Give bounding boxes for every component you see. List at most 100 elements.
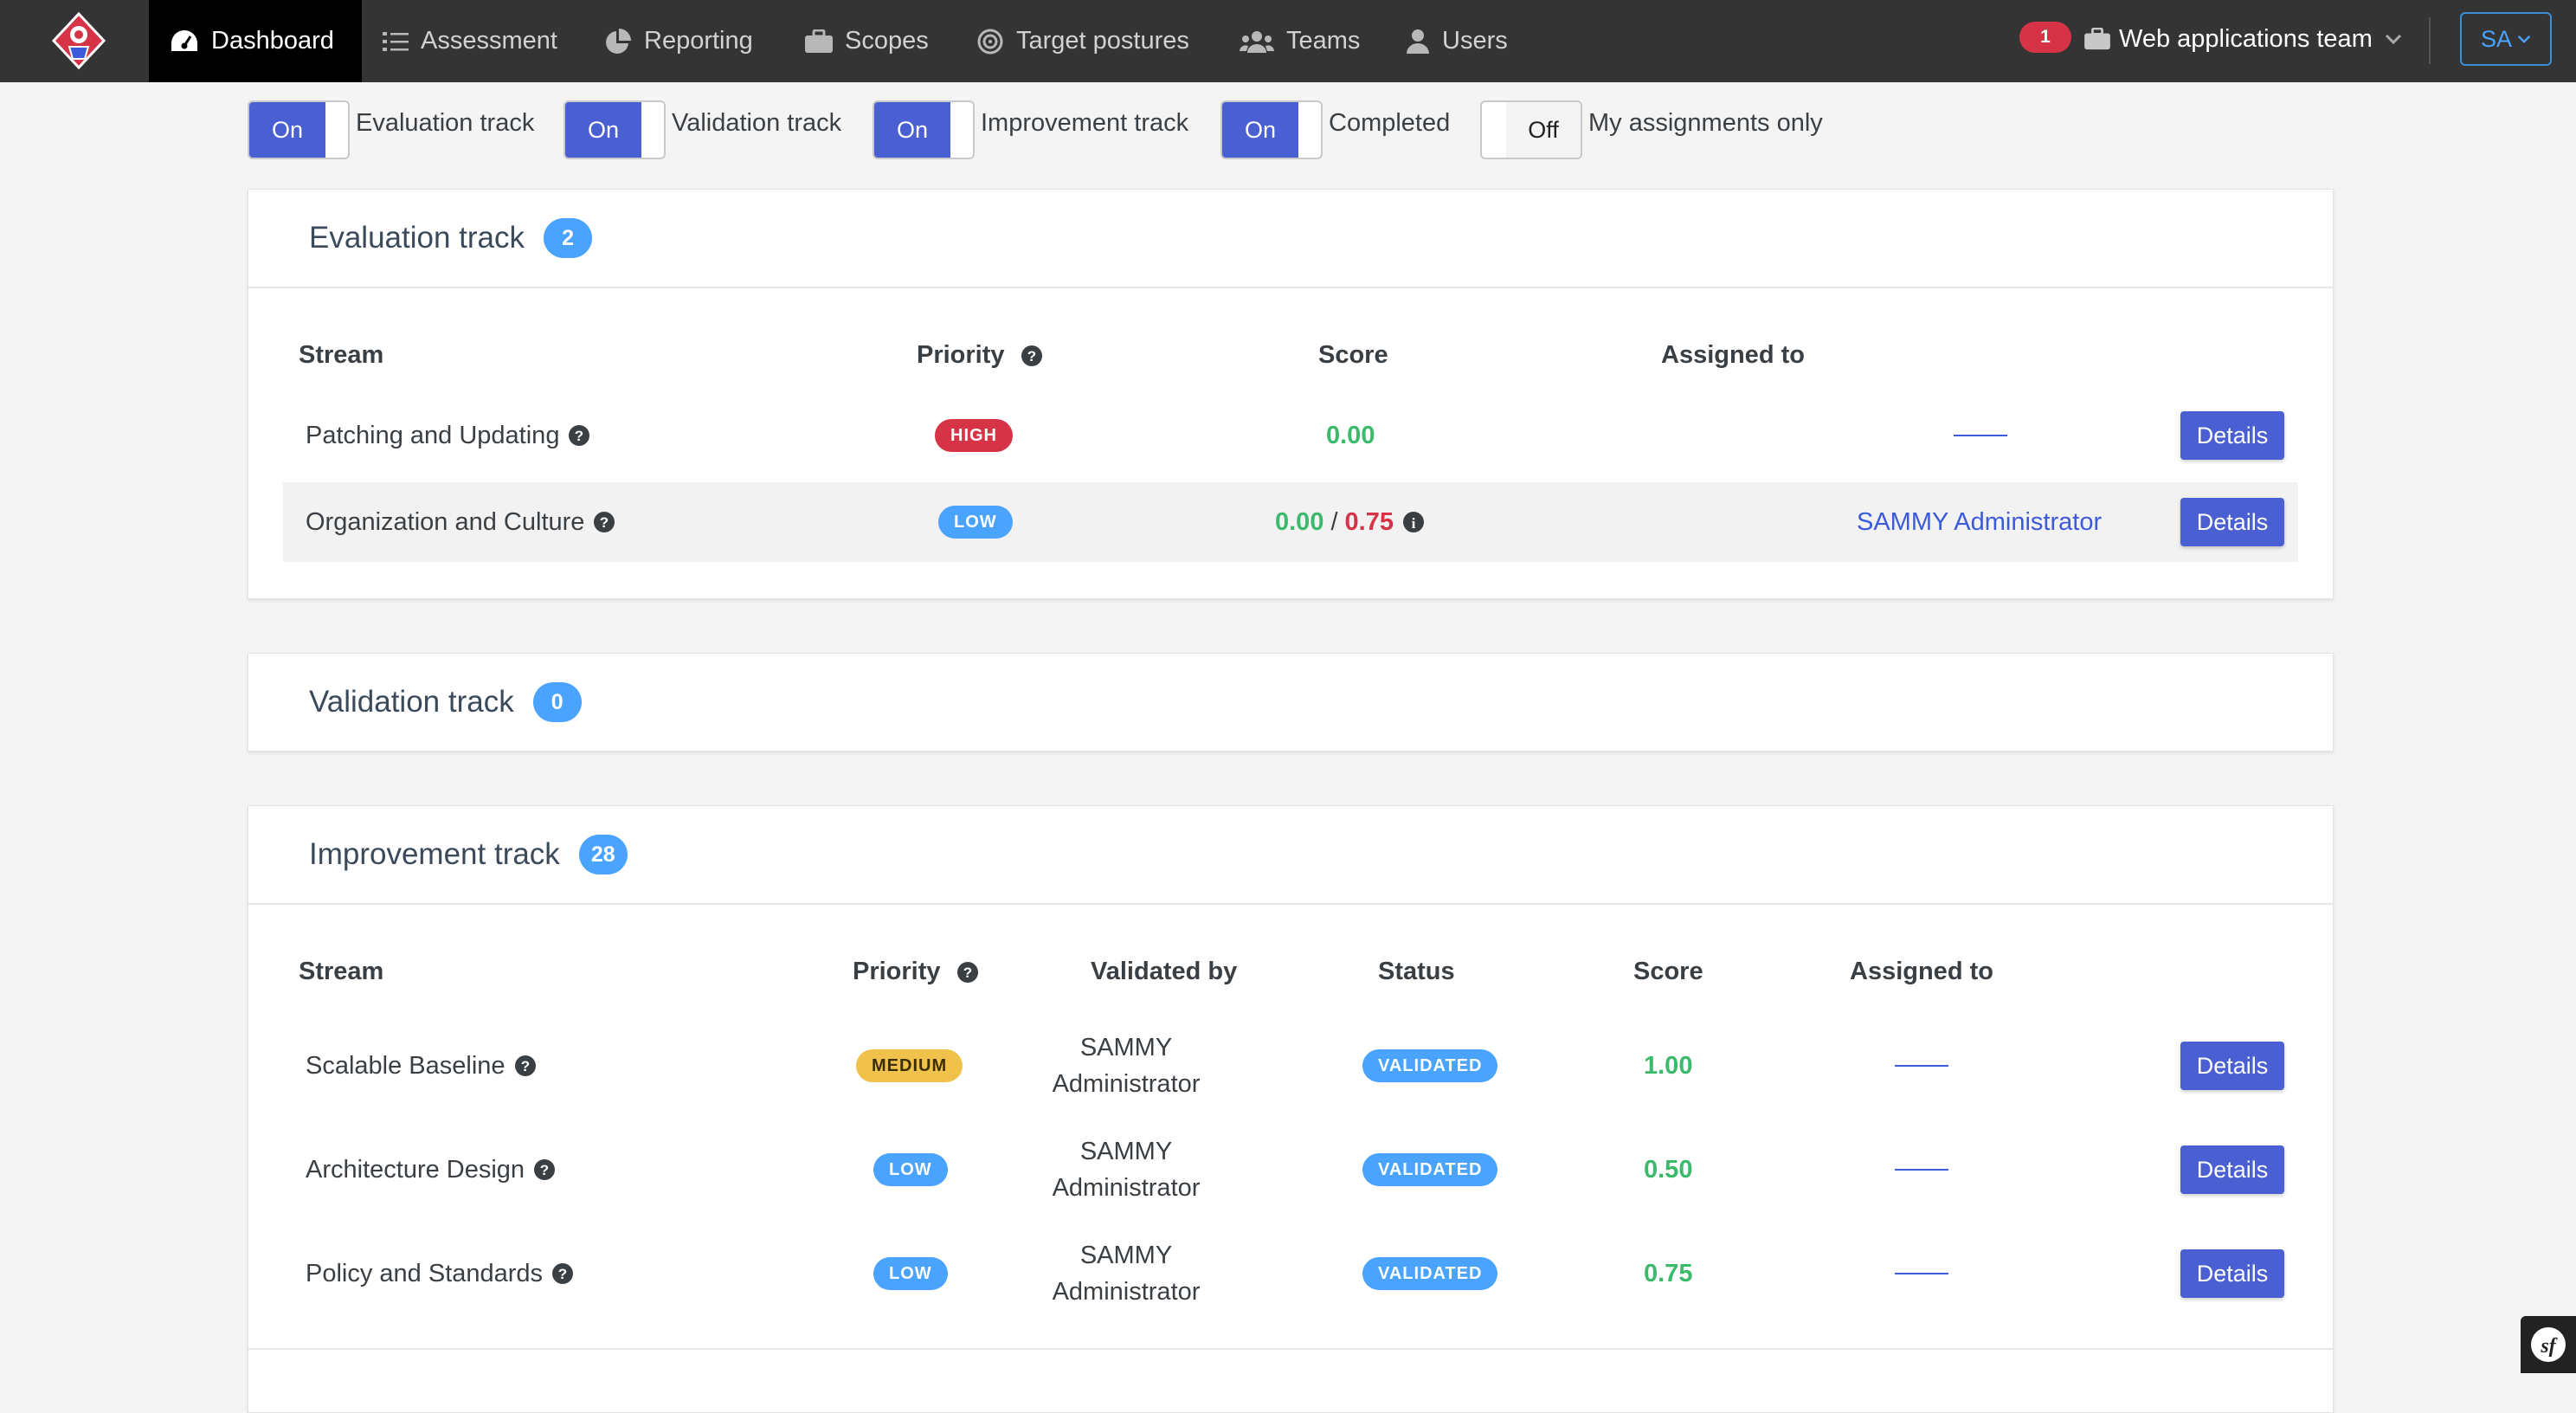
user-icon (1407, 29, 1429, 54)
stream-cell: Architecture Design ? (306, 1118, 556, 1222)
help-icon[interactable]: ? (1021, 345, 1043, 367)
score-target: 0.75 (1344, 507, 1394, 536)
nav-dashboard[interactable]: Dashboard (149, 0, 362, 82)
priority-badge: LOW (938, 506, 1013, 539)
svg-text:?: ? (963, 965, 971, 981)
score-cell: 0.75 (1644, 1222, 1692, 1326)
svg-text:?: ? (575, 428, 583, 444)
nav-dashboard-label: Dashboard (211, 27, 334, 55)
priority-cell: LOW (873, 1222, 948, 1326)
help-icon[interactable]: ? (533, 1158, 556, 1181)
owasp-samm-logo-icon[interactable] (48, 10, 109, 71)
priority-badge: LOW (873, 1153, 948, 1186)
help-icon[interactable]: ? (568, 424, 590, 447)
svg-text:sf: sf (2540, 1335, 2557, 1358)
user-initials: SA (2480, 25, 2513, 52)
status-cell: VALIDATED (1362, 1014, 1498, 1118)
nav-scopes-label: Scopes (845, 27, 929, 55)
details-button[interactable]: Details (2180, 1145, 2284, 1194)
stream-name: Architecture Design (306, 1155, 525, 1184)
info-icon[interactable]: i (1402, 511, 1425, 533)
pie-chart-icon (606, 28, 631, 54)
details-button[interactable]: Details (2180, 1042, 2284, 1090)
help-icon[interactable]: ? (956, 961, 979, 984)
validated-by-cell: SAMMY Administrator (1048, 1222, 1204, 1326)
validation-track-card: Validation track 0 (248, 653, 2334, 752)
toggle-evaluation-track[interactable]: On (248, 100, 350, 159)
toggle-state: Off (1506, 102, 1581, 158)
help-icon[interactable]: ? (593, 511, 615, 533)
notification-badge[interactable]: 1 (2019, 22, 2071, 53)
nav-target-postures[interactable]: Target postures (976, 0, 1189, 82)
improvement-track-title: Improvement track (309, 837, 560, 871)
stream-cell: Patching and Updating ? (306, 396, 590, 475)
stream-cell: Scalable Baseline ? (306, 1014, 537, 1118)
svg-text:i: i (1412, 515, 1416, 532)
score-value: 0.75 (1644, 1259, 1693, 1287)
score-value: 0.00 (1326, 421, 1375, 449)
score-cell: 0.00 (1326, 396, 1375, 475)
toggle-label-improvement: Improvement track (981, 109, 1189, 137)
column-header-score: Score (1633, 958, 1703, 985)
toggle-state: On (874, 102, 950, 158)
priority-badge: HIGH (935, 419, 1013, 452)
target-icon (977, 29, 1003, 54)
validated-by-line-1: SAMMY (1079, 1034, 1173, 1061)
score-value: 0.50 (1644, 1155, 1693, 1184)
toggle-state: On (1222, 102, 1298, 158)
evaluation-track-card: Evaluation track 2 Stream Priority ? Sco… (248, 189, 2334, 599)
nav-reporting[interactable]: Reporting (604, 0, 753, 82)
chevron-down-icon (2385, 34, 2401, 45)
top-navbar: Dashboard Assessment Reporting Scopes Ta… (0, 0, 2576, 82)
symfony-toolbar-icon[interactable]: sf (2521, 1316, 2576, 1373)
status-cell: VALIDATED (1362, 1222, 1498, 1326)
unassigned-dash (1895, 1169, 1948, 1171)
user-menu-button[interactable]: SA (2460, 12, 2552, 66)
nav-assessment[interactable]: Assessment (383, 0, 557, 82)
team-selector-label: Web applications team (2119, 24, 2373, 53)
nav-teams[interactable]: Teams (1240, 0, 1360, 82)
details-button[interactable]: Details (2180, 411, 2284, 460)
column-header-stream: Stream (299, 958, 384, 985)
briefcase-icon (805, 29, 833, 53)
users-icon (1240, 30, 1274, 53)
priority-cell: LOW (873, 1118, 948, 1222)
status-badge: VALIDATED (1362, 1257, 1498, 1290)
navbar-divider (2429, 17, 2431, 64)
toggle-my-assignments[interactable]: Off (1480, 100, 1582, 159)
table-row: Architecture Design ? LOW SAMMY Administ… (283, 1118, 2298, 1222)
assigned-cell (1895, 1014, 1948, 1118)
assigned-user-link[interactable]: SAMMY Administrator (1857, 508, 2102, 537)
table-row: Policy and Standards ? LOW SAMMY Adminis… (283, 1222, 2298, 1326)
team-selector[interactable]: Web applications team (2084, 0, 2402, 78)
details-button[interactable]: Details (2180, 498, 2284, 546)
toggle-state: On (249, 102, 325, 158)
nav-users[interactable]: Users (1406, 0, 1508, 82)
column-header-stream: Stream (299, 341, 384, 369)
card-title: Improvement track 28 (309, 806, 628, 903)
svg-text:?: ? (600, 514, 609, 531)
score-cell: 1.00 (1644, 1014, 1692, 1118)
toggle-completed[interactable]: On (1220, 100, 1323, 159)
card-header: Improvement track 28 (248, 806, 2333, 905)
nav-teams-label: Teams (1286, 27, 1361, 55)
validated-by-cell: SAMMY Administrator (1048, 1118, 1204, 1222)
count-badge: 0 (532, 682, 582, 722)
toggle-label-evaluation: Evaluation track (356, 109, 535, 137)
card-title: Evaluation track 2 (309, 190, 593, 287)
svg-text:?: ? (520, 1058, 529, 1074)
help-icon[interactable]: ? (514, 1055, 537, 1077)
details-button[interactable]: Details (2180, 1249, 2284, 1298)
column-header-validated-by: Validated by (1091, 958, 1238, 985)
toggle-improvement-track[interactable]: On (873, 100, 975, 159)
stream-name: Policy and Standards (306, 1259, 544, 1287)
assigned-cell: SAMMY Administrator (1857, 482, 2102, 562)
nav-scopes[interactable]: Scopes (805, 0, 929, 82)
help-icon[interactable]: ? (551, 1262, 574, 1285)
toggle-validation-track[interactable]: On (564, 100, 666, 159)
nav-assessment-label: Assessment (421, 27, 557, 55)
column-header-priority: Priority ? (853, 958, 979, 986)
nav-reporting-label: Reporting (644, 27, 753, 55)
nav-target-postures-label: Target postures (1016, 27, 1189, 55)
validated-by-line-2: Administrator (1052, 1070, 1201, 1098)
